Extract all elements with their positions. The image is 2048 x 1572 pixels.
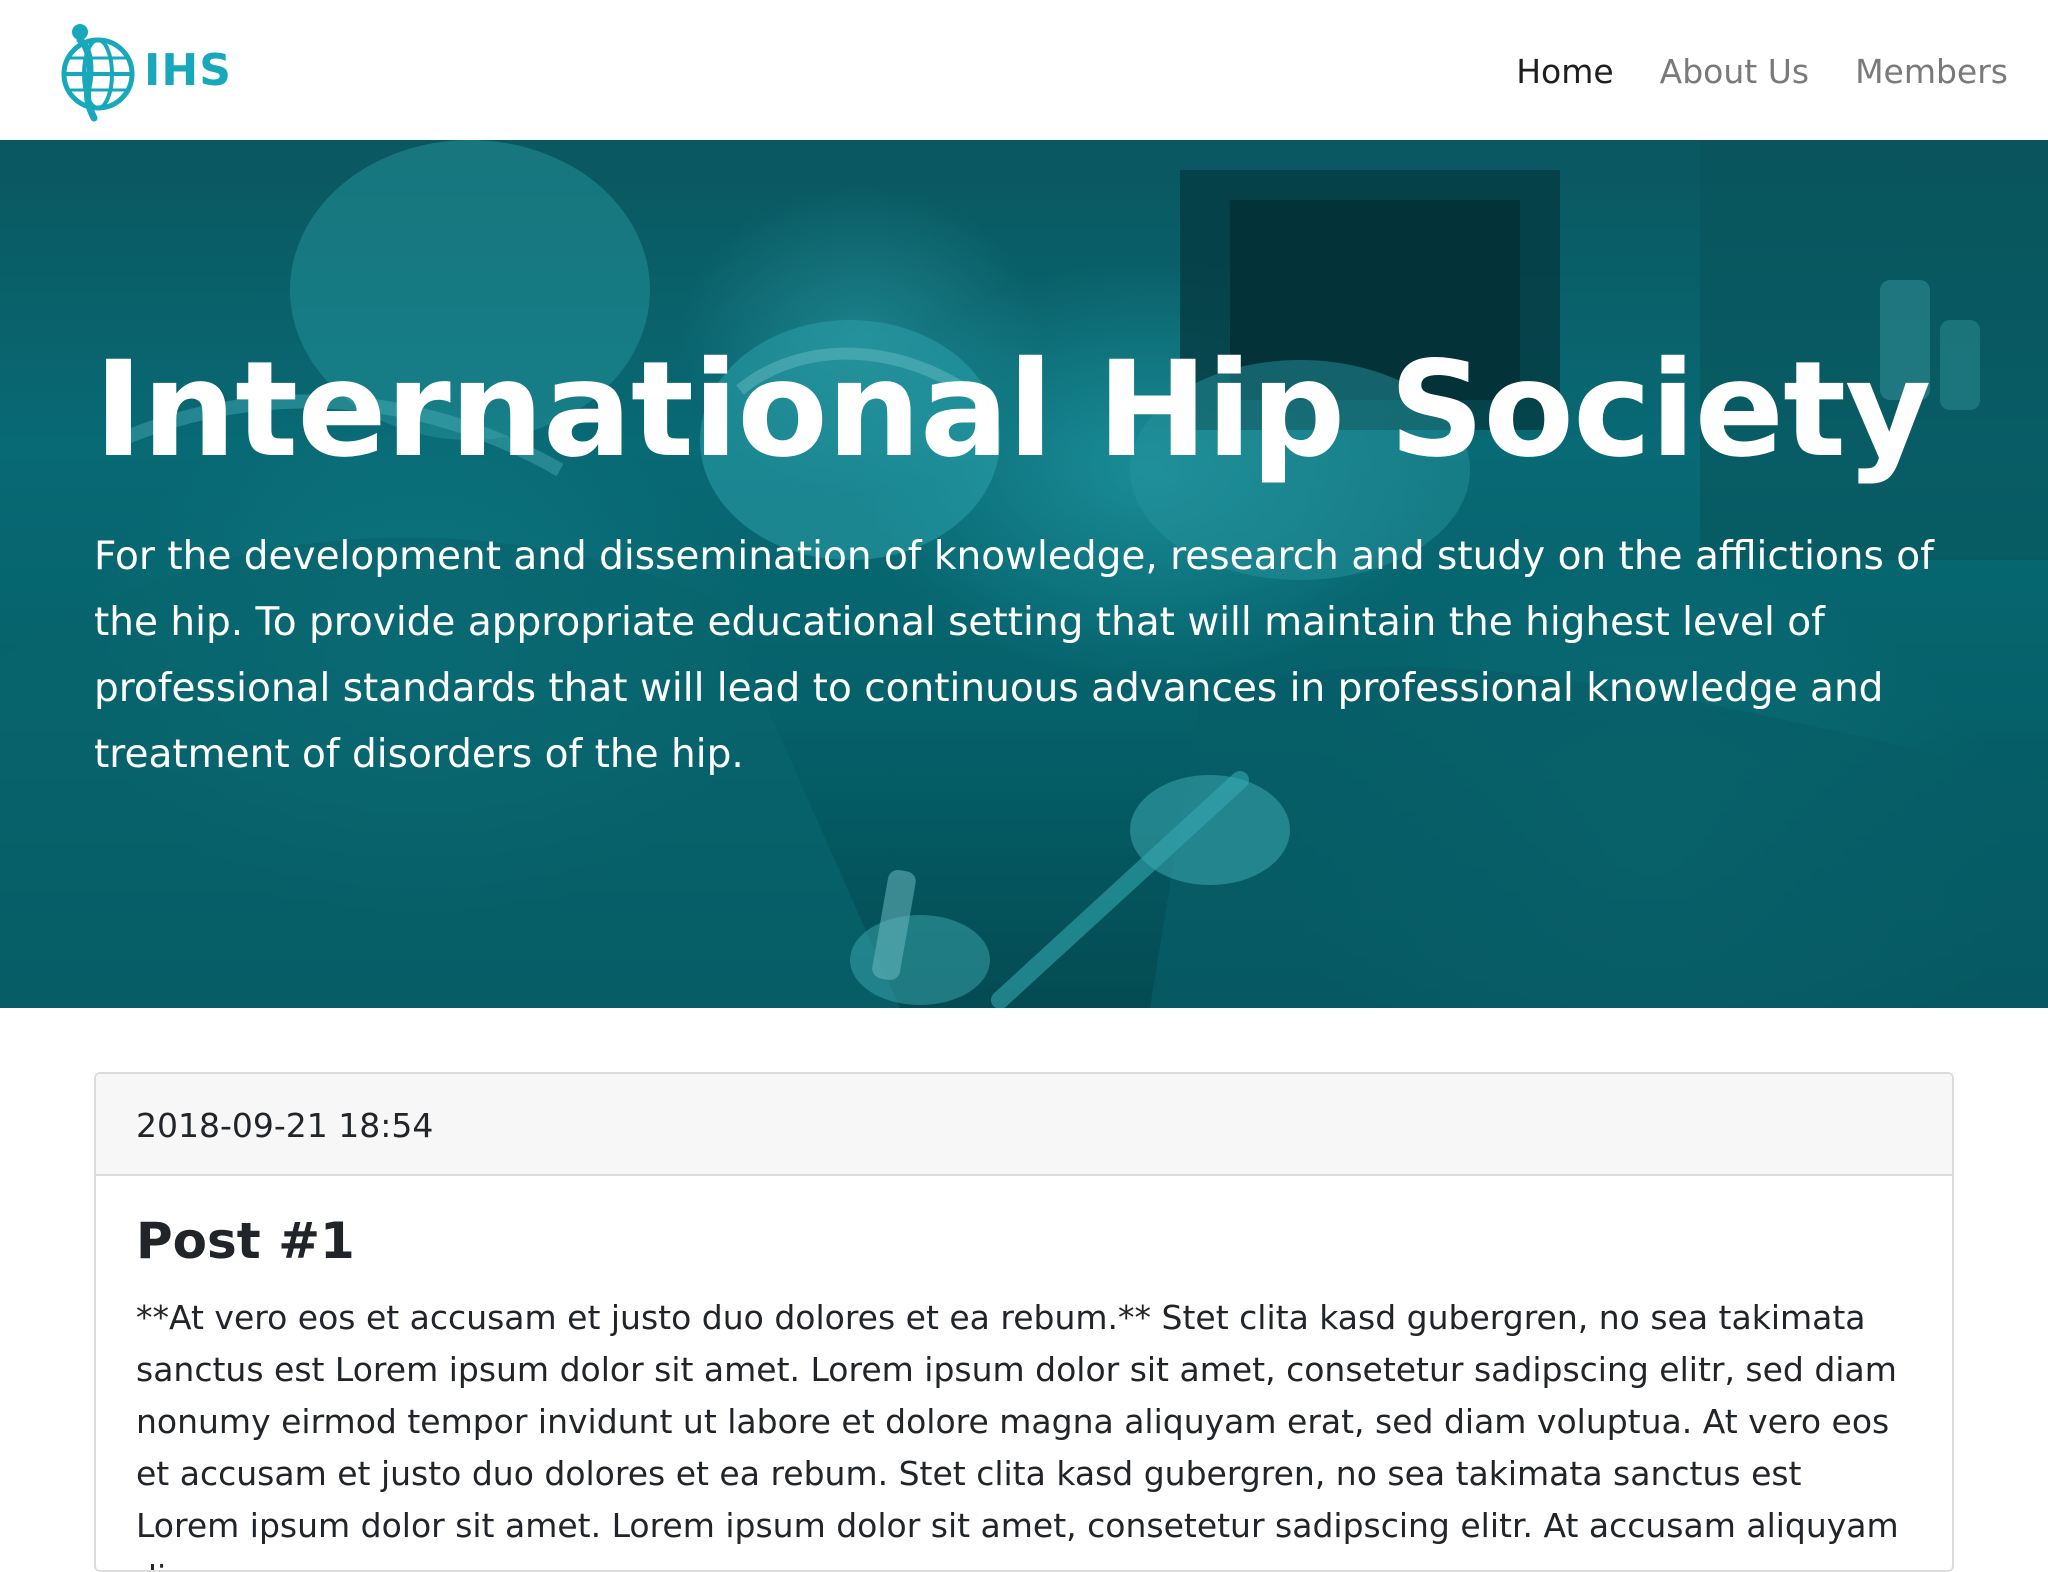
globe-with-figure-icon [61,24,135,122]
post-card: 2018-09-21 18:54 Post #1 **At vero eos e… [94,1072,1954,1572]
post-text: **At vero eos et accusam et justo duo do… [136,1298,1899,1570]
post-body: Post #1 **At vero eos et accusam et just… [96,1176,1952,1570]
post-timestamp: 2018-09-21 18:54 [96,1074,1952,1176]
hero-title: International Hip Society [94,333,1931,487]
nav-item-members[interactable]: Members [1855,52,2008,91]
hero-lead-text: For the development and dissemination of… [94,534,1934,777]
nav-item-home[interactable]: Home [1516,52,1613,91]
brand-logo-link[interactable]: IHS [58,18,232,122]
navbar: IHS Home About Us Members [0,0,2048,140]
hero-banner: International Hip Society For the develo… [0,140,2048,1008]
post-title[interactable]: Post #1 [136,1212,1912,1270]
brand-logo-text: IHS [144,44,232,96]
main-nav: Home About Us Members [1516,36,2008,106]
nav-item-about-us[interactable]: About Us [1660,52,1809,91]
